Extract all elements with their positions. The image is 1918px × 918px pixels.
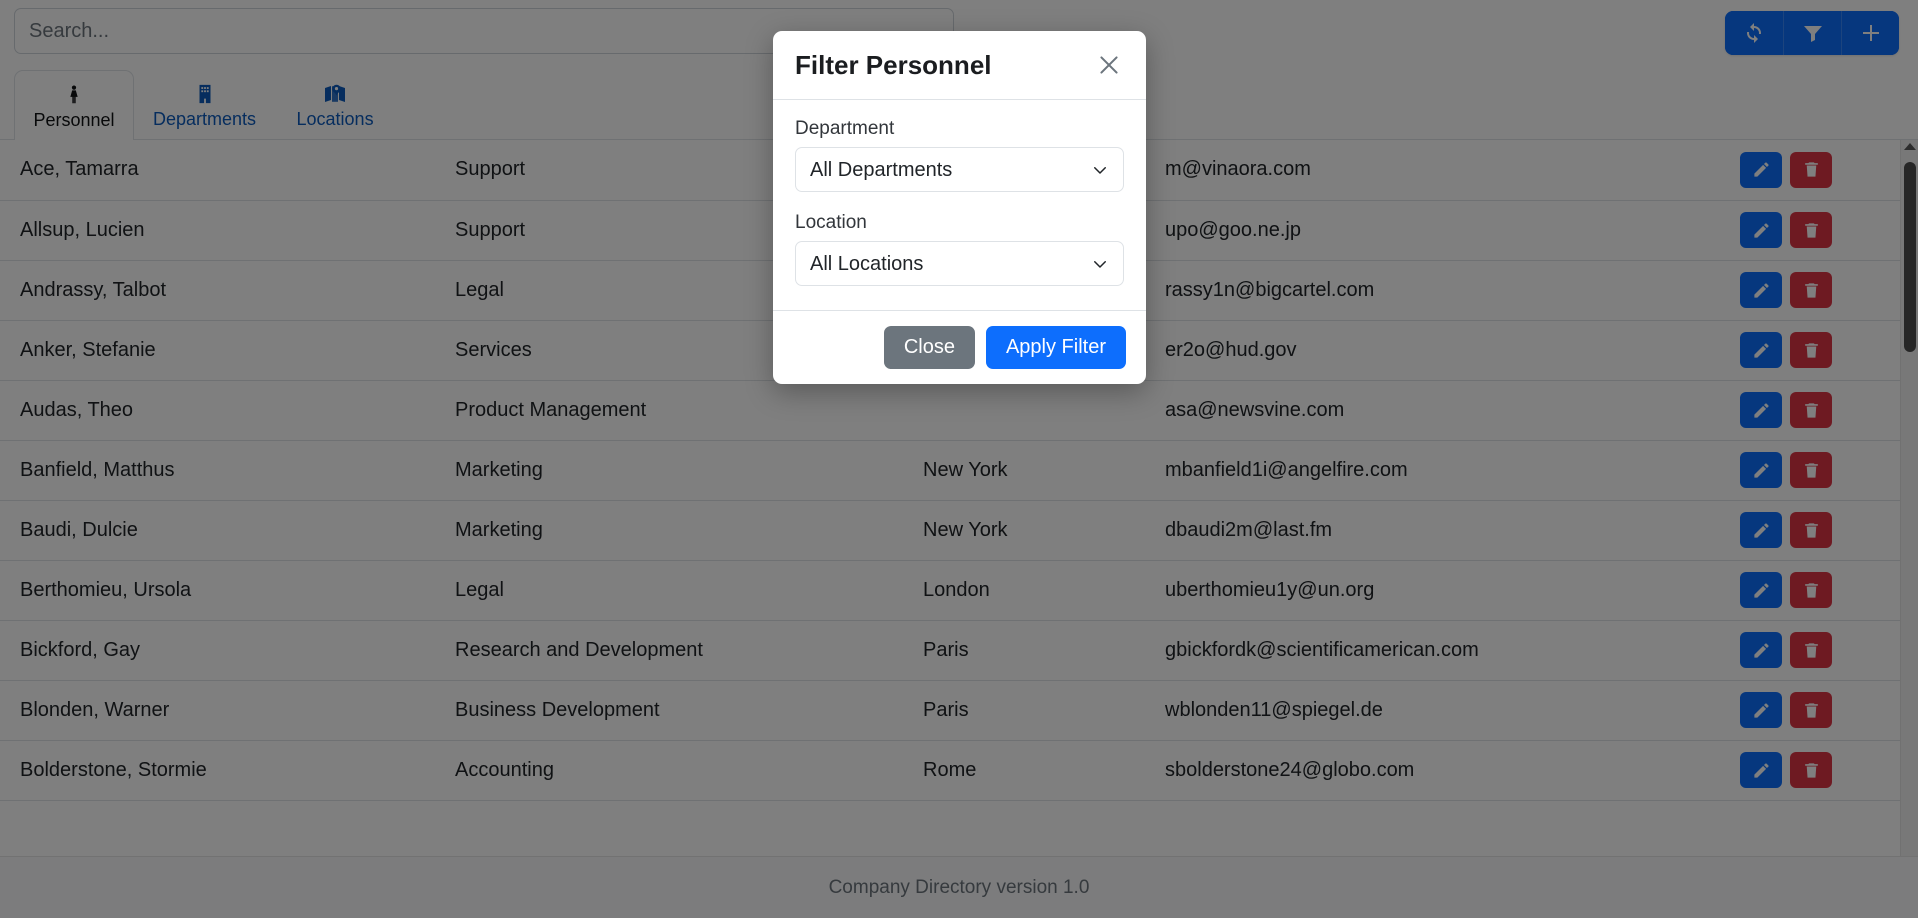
department-label: Department — [795, 118, 1124, 140]
department-select[interactable]: All Departments — [795, 147, 1124, 192]
modal-body: Department All Departments Location All … — [773, 100, 1146, 310]
modal-close-button[interactable] — [1092, 48, 1126, 82]
department-select-wrapper: All Departments — [795, 147, 1124, 192]
location-select[interactable]: All Locations — [795, 241, 1124, 286]
close-icon — [1096, 66, 1122, 81]
close-button[interactable]: Close — [884, 326, 975, 369]
location-label: Location — [795, 212, 1124, 234]
apply-filter-button[interactable]: Apply Filter — [986, 326, 1126, 369]
location-select-wrapper: All Locations — [795, 241, 1124, 286]
modal-header: Filter Personnel — [773, 31, 1146, 100]
modal-title: Filter Personnel — [795, 50, 992, 81]
modal-footer: Close Apply Filter — [773, 310, 1146, 384]
filter-personnel-modal: Filter Personnel Department All Departme… — [773, 31, 1146, 384]
